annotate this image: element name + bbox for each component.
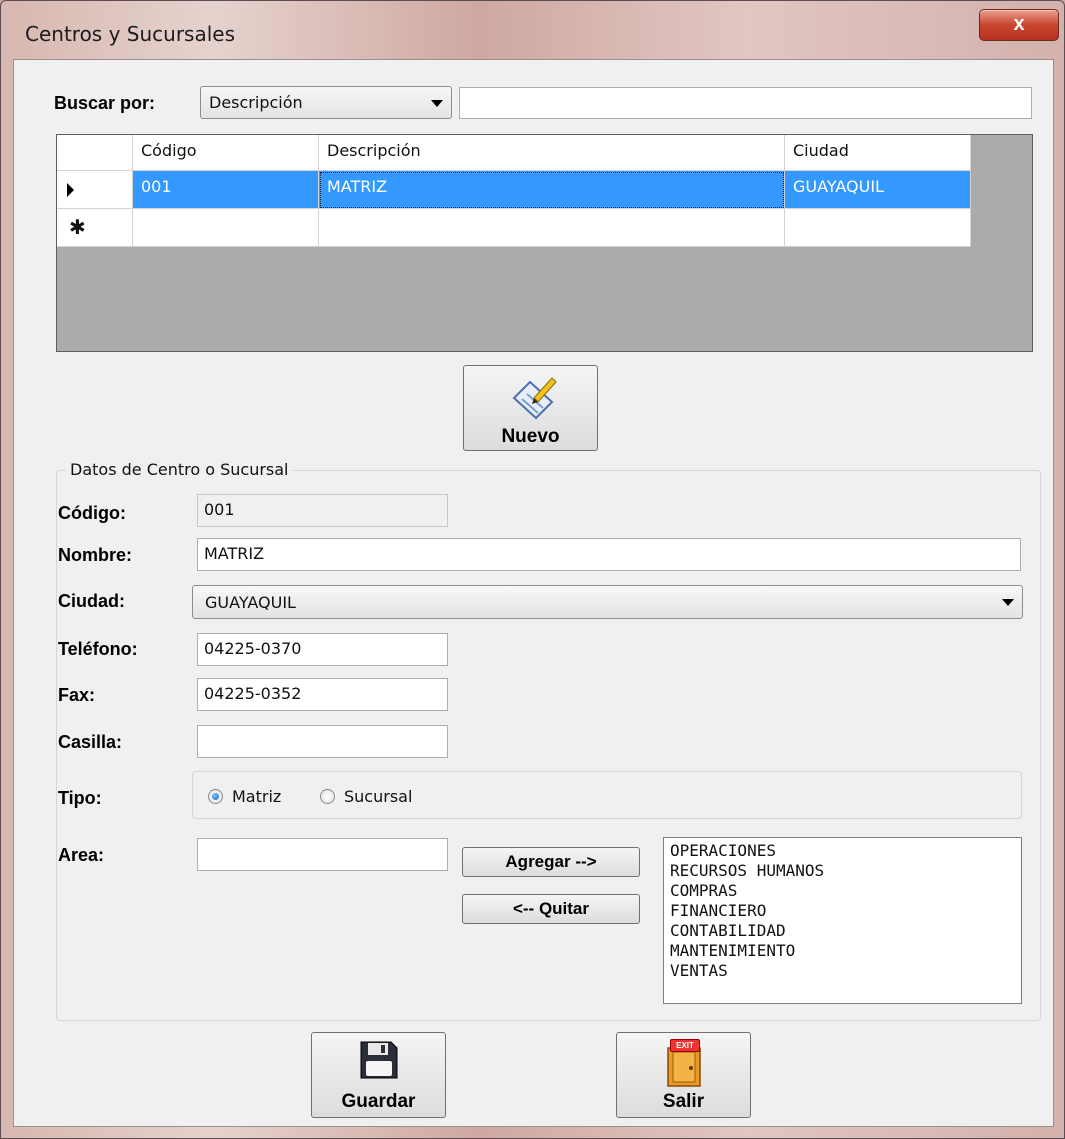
new-row-cell-codigo[interactable] xyxy=(133,209,319,247)
current-row-icon xyxy=(67,183,74,197)
grid-cell-codigo[interactable]: 001 xyxy=(133,171,319,209)
nombre-field-value: MATRIZ xyxy=(204,544,265,563)
fax-field[interactable]: 04225-0352 xyxy=(197,678,448,711)
new-row-cell-descripcion[interactable] xyxy=(319,209,785,247)
results-grid[interactable]: Código Descripción Ciudad 001 MATRIZ GUA… xyxy=(56,134,1033,352)
agregar-button[interactable]: Agregar --> xyxy=(462,847,640,877)
codigo-label: Código: xyxy=(58,503,126,523)
nombre-label: Nombre: xyxy=(58,545,133,565)
quitar-button[interactable]: <-- Quitar xyxy=(462,894,640,924)
row-header-current[interactable] xyxy=(57,171,133,209)
tipo-label: Tipo: xyxy=(58,788,102,808)
datos-group-title: Datos de Centro o Sucursal xyxy=(66,460,293,479)
nombre-field[interactable]: MATRIZ xyxy=(197,538,1021,571)
search-field-select[interactable]: Descripción xyxy=(200,86,452,119)
telefono-field[interactable]: 04225-0370 xyxy=(197,633,448,666)
radio-selected-dot xyxy=(212,793,219,800)
ciudad-select-value: GUAYAQUIL xyxy=(205,593,296,612)
new-document-icon xyxy=(512,377,557,420)
search-field-value: Descripción xyxy=(209,93,303,112)
list-item[interactable]: RECURSOS HUMANOS xyxy=(664,861,1021,881)
area-label: Area: xyxy=(58,845,105,865)
exit-sign: EXIT xyxy=(670,1039,700,1052)
title-bar[interactable]: Centros y Sucursales x xyxy=(1,1,1064,59)
nuevo-button-label: Nuevo xyxy=(501,426,560,447)
radio-sucursal[interactable] xyxy=(320,789,335,804)
telefono-field-value: 04225-0370 xyxy=(204,639,302,658)
areas-listbox[interactable]: OPERACIONES RECURSOS HUMANOS COMPRAS FIN… xyxy=(663,837,1022,1004)
fax-field-value: 04225-0352 xyxy=(204,684,302,703)
save-disk-icon xyxy=(360,1041,398,1079)
list-item[interactable]: VENTAS xyxy=(664,961,1021,981)
close-button[interactable]: x xyxy=(979,9,1059,41)
ciudad-select[interactable]: GUAYAQUIL xyxy=(192,585,1023,619)
codigo-field-value: 001 xyxy=(204,500,235,519)
chevron-down-icon xyxy=(431,100,443,107)
window-title: Centros y Sucursales xyxy=(25,22,235,46)
search-label: Buscar por: xyxy=(54,93,156,113)
grid-corner-header xyxy=(57,135,133,171)
radio-matriz[interactable] xyxy=(208,789,223,804)
new-row-icon: ✱ xyxy=(57,209,133,247)
radio-sucursal-label[interactable]: Sucursal xyxy=(344,787,412,806)
column-header-descripcion[interactable]: Descripción xyxy=(319,135,785,171)
list-item[interactable]: COMPRAS xyxy=(664,881,1021,901)
nuevo-button[interactable]: Nuevo xyxy=(463,365,598,451)
chevron-down-icon xyxy=(1002,599,1014,606)
new-row-cell-ciudad[interactable] xyxy=(785,209,971,247)
search-input[interactable] xyxy=(459,87,1032,119)
grid-cell-ciudad[interactable]: GUAYAQUIL xyxy=(785,171,971,209)
casilla-label: Casilla: xyxy=(58,732,123,752)
list-item[interactable]: CONTABILIDAD xyxy=(664,921,1021,941)
guardar-button-label: Guardar xyxy=(341,1091,416,1112)
area-field[interactable] xyxy=(197,838,448,871)
list-item[interactable]: OPERACIONES xyxy=(664,841,1021,861)
ciudad-label: Ciudad: xyxy=(58,591,125,611)
column-header-codigo[interactable]: Código xyxy=(133,135,319,171)
telefono-label: Teléfono: xyxy=(58,639,138,659)
main-window: Centros y Sucursales x Buscar por: Descr… xyxy=(0,0,1065,1139)
list-item[interactable]: FINANCIERO xyxy=(664,901,1021,921)
casilla-field[interactable] xyxy=(197,725,448,758)
list-item[interactable]: MANTENIMIENTO xyxy=(664,941,1021,961)
salir-button[interactable]: EXIT Salir xyxy=(616,1032,751,1118)
column-header-ciudad[interactable]: Ciudad xyxy=(785,135,971,171)
radio-matriz-label[interactable]: Matriz xyxy=(232,787,281,806)
client-area: Buscar por: Descripción Código Descripci… xyxy=(13,59,1054,1127)
guardar-button[interactable]: Guardar xyxy=(311,1032,446,1118)
tipo-radio-group xyxy=(192,771,1022,819)
salir-button-label: Salir xyxy=(662,1091,705,1112)
grid-cell-descripcion[interactable]: MATRIZ xyxy=(319,171,785,209)
fax-label: Fax: xyxy=(58,685,96,705)
codigo-field[interactable]: 001 xyxy=(197,494,448,527)
